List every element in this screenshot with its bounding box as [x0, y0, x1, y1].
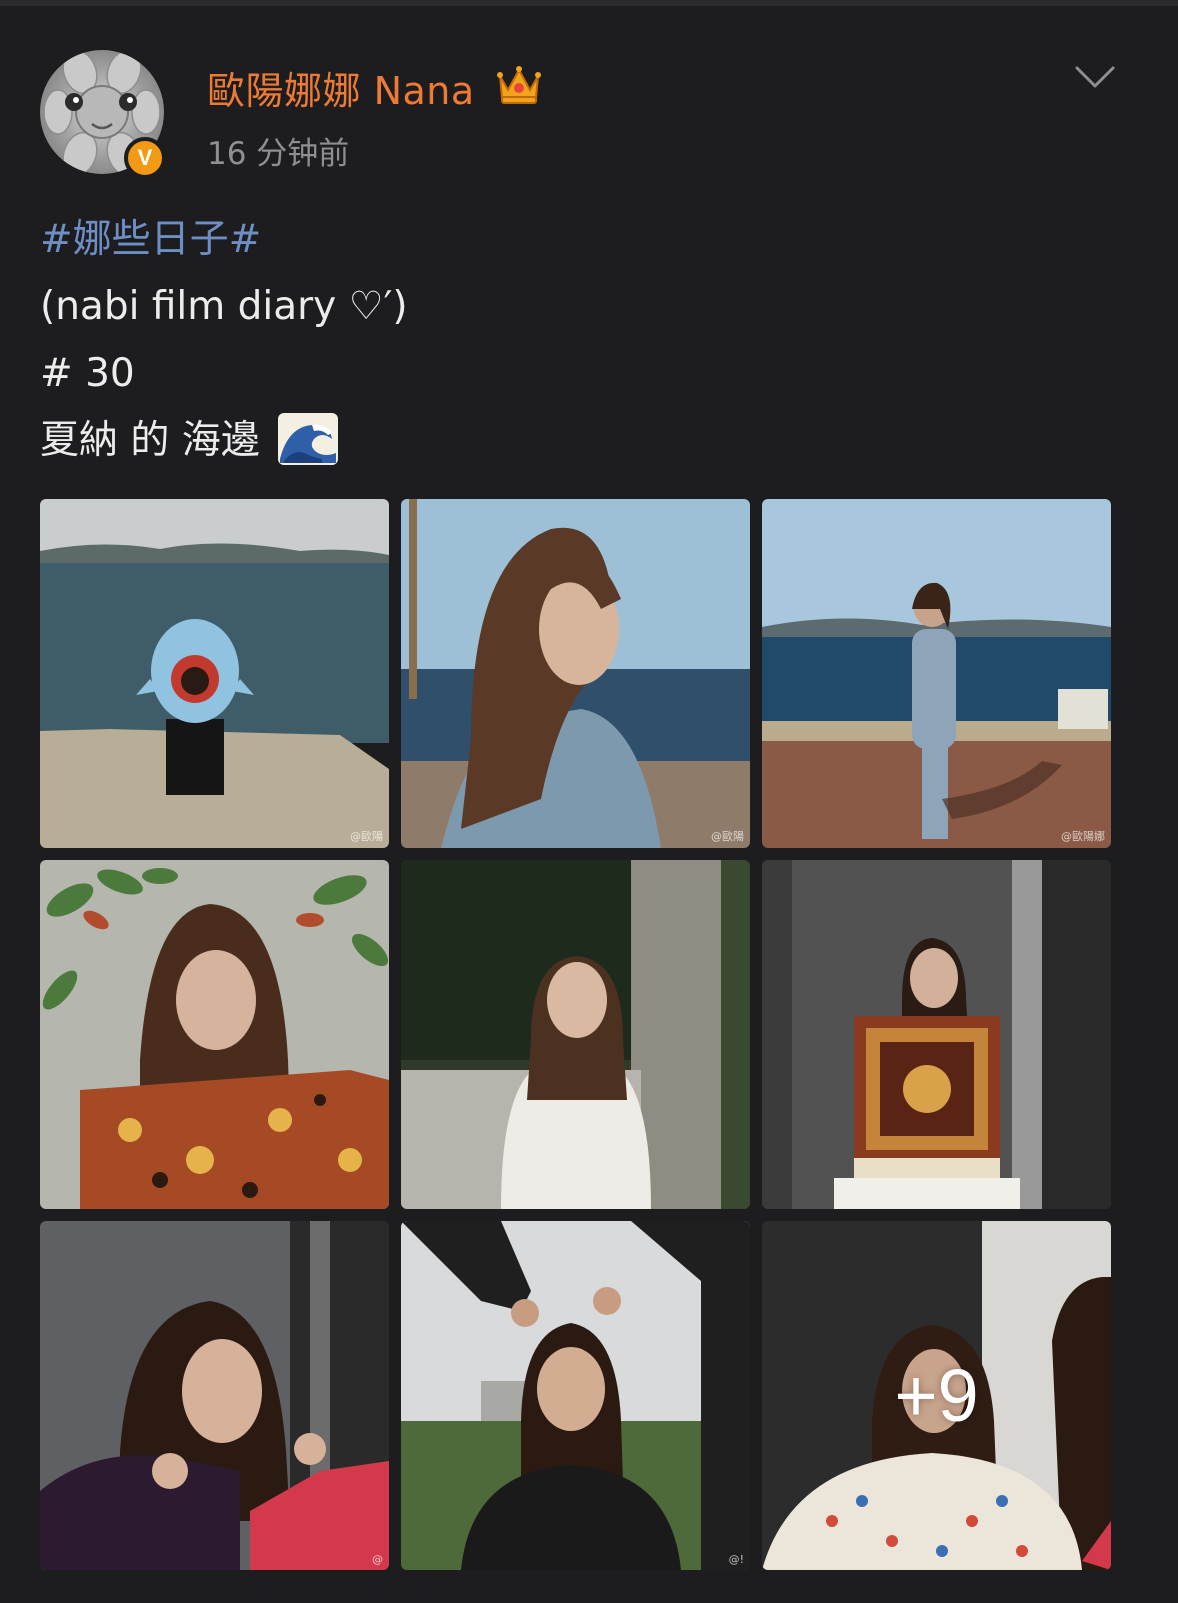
photo-9-more[interactable]: +9 — [762, 1221, 1111, 1570]
photo-7-fur-coat[interactable]: @ — [40, 1221, 389, 1570]
photo-8-hair-styling[interactable]: @! — [401, 1221, 750, 1570]
more-images-overlay[interactable]: +9 — [762, 1221, 1111, 1570]
author-name[interactable]: 歐陽娜娜 Nana — [207, 60, 475, 115]
photo-4-carpet-leaves[interactable] — [40, 860, 389, 1209]
post-text: #娜些日子# (nabi film diary ♡′) # 30 夏納 的 海邊 — [40, 206, 1140, 474]
verified-badge: V — [124, 137, 166, 179]
crown-icon — [497, 66, 541, 104]
photo-3-standing-sea[interactable]: @歐陽娜 — [762, 499, 1111, 848]
watermark: @! — [728, 1553, 744, 1566]
photo-1-sea-shark[interactable]: @歐陽 — [40, 499, 389, 848]
caption-text: 夏納 的 海邊 — [40, 418, 260, 463]
hashtag-link[interactable]: #娜些日子# — [40, 206, 1140, 273]
watermark: @歐陽 — [350, 830, 383, 843]
post-line-subtitle: (nabi film diary ♡′) — [40, 284, 408, 329]
watermark: @歐陽 — [711, 830, 744, 843]
photo-2-portrait-sea[interactable]: @歐陽 — [401, 499, 750, 848]
post-line-number: # 30 — [40, 351, 135, 396]
chevron-down-icon[interactable] — [1073, 62, 1117, 92]
watermark: @歐陽娜 — [1061, 830, 1105, 843]
top-divider — [0, 0, 1178, 6]
photo-6-carpet-dark[interactable] — [762, 860, 1111, 1209]
watermark: @ — [372, 1553, 383, 1566]
post-timestamp: 16 分钟前 — [207, 136, 350, 172]
wave-emoji — [278, 412, 339, 465]
photo-5-white-shirt-tree[interactable] — [401, 860, 750, 1209]
post-line-caption: 夏納 的 海邊 — [40, 407, 1140, 474]
